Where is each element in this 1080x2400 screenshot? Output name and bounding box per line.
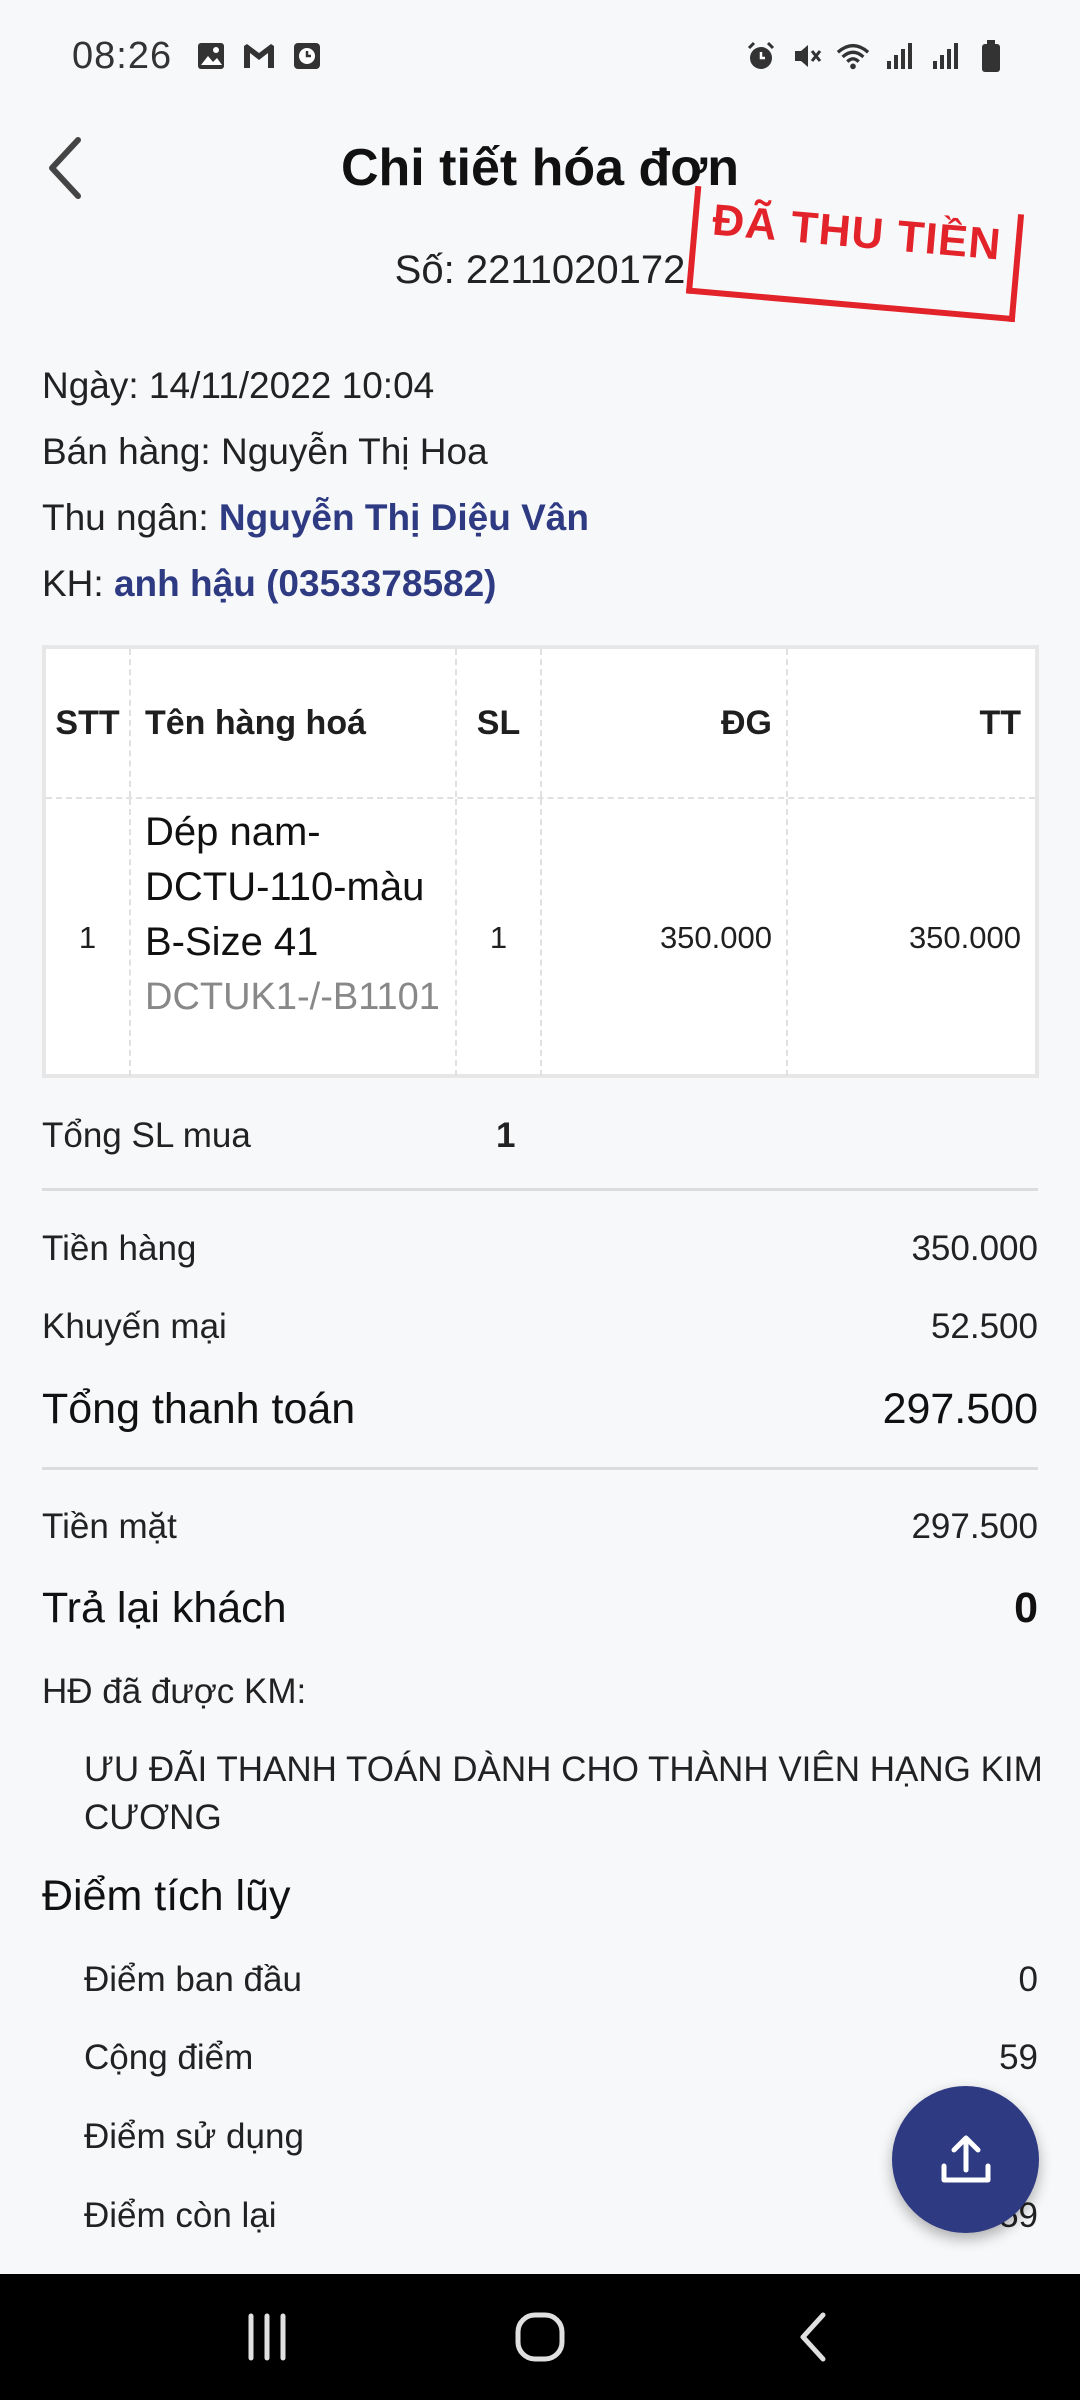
back-button[interactable] [24,126,108,210]
cash-label: Tiền mặt [42,1507,177,1546]
total-qty-value: 1 [496,1116,516,1155]
row-price: 350.000 [542,799,788,1076]
home-button[interactable] [490,2287,590,2387]
cash-value: 297.500 [911,1507,1038,1546]
discount-value: 52.500 [930,1307,1038,1346]
total-qty-label: Tổng SL mua [42,1116,251,1155]
item-code: DCTUK1-/-B1101 [145,976,440,1018]
chevron-left-icon [49,137,81,199]
alarm-icon [744,39,778,73]
seller-name: Nguyễn Thị Hoa [220,431,488,472]
points-initial-value: 0 [1018,1960,1038,1999]
mute-icon [790,39,824,73]
col-header-price: ĐG [542,649,788,797]
customer-name[interactable]: anh hậu (0353378582) [114,563,497,604]
promotion-label: HĐ đã được KM: [42,1672,307,1711]
system-icons [744,39,1008,73]
customer-line: KH: anh hậu (0353378582) [42,556,1042,622]
invoice-date: Ngày: 14/11/2022 10:04 [42,365,435,406]
grand-total-row: Tổng thanh toán 297.500 [42,1380,1038,1438]
nav-back-button[interactable] [763,2287,863,2387]
image-icon [194,39,228,73]
points-title: Điểm tích lũy [42,1872,291,1920]
cashier-line: Thu ngân: Nguyễn Thị Diệu Vân [42,490,1042,556]
cashier-name[interactable]: Nguyễn Thị Diệu Vân [219,497,589,538]
home-icon [515,2312,565,2362]
seller-line: Bán hàng: Nguyễn Thị Hoa [42,424,1042,490]
clock-app-icon [290,39,324,73]
table-header: STT Tên hàng hoá SL ĐG TT [46,649,1035,799]
change-row: Trả lại khách 0 [42,1579,1038,1637]
share-upload-icon [941,2135,990,2182]
navigation-bar [0,2274,1080,2400]
points-added-label: Cộng điểm [84,2038,254,2077]
wifi-icon [836,39,870,73]
invoice-info: Ngày: 14/11/2022 10:04 Bán hàng: Nguyễn … [42,358,1042,622]
row-item: Dép nam-DCTU-110-màu B-Size 41 DCTUK1-/-… [131,799,457,1076]
items-table: STT Tên hàng hoá SL ĐG TT 1 Dép nam-DCTU… [42,645,1039,1078]
cashier-label: Thu ngân: [42,497,219,538]
goods-value: 350.000 [911,1229,1038,1268]
col-header-qty: SL [457,649,542,797]
total-qty-row: Tổng SL mua 1 [42,1112,1038,1160]
discount-label: Khuyến mại [42,1307,227,1346]
status-bar: 08:26 [0,0,1080,112]
cash-row: Tiền mặt 297.500 [42,1503,1038,1551]
row-total: 350.000 [908,919,1021,955]
notification-icons [194,39,324,73]
item-name: Dép nam-DCTU-110-màu B-Size 41 [145,810,425,964]
back-icon [800,2312,826,2362]
seller-label: Bán hàng: [42,431,221,472]
points-remaining-label: Điểm còn lại [84,2196,277,2235]
battery-icon [974,39,1008,73]
points-remaining-row: Điểm còn lại 59 [84,2196,1038,2236]
recent-apps-icon [248,2313,286,2361]
page-title: Chi tiết hóa đơn [340,139,740,197]
promotion-text: ƯU ĐÃI THANH TOÁN DÀNH CHO THÀNH VIÊN HẠ… [84,1750,1043,1837]
change-value: 0 [1014,1583,1038,1632]
status-time: 08:26 [72,34,173,77]
divider [42,1467,1038,1470]
customer-label: KH: [42,563,114,604]
grand-total-value: 297.500 [882,1384,1038,1433]
signal-icon [928,39,962,73]
points-added-row: Cộng điểm 59 [84,2038,1038,2078]
table-row: 1 Dép nam-DCTU-110-màu B-Size 41 DCTUK1-… [46,799,1035,1076]
goods-label: Tiền hàng [42,1229,197,1268]
gmail-icon [242,39,276,73]
recent-apps-button[interactable] [217,2287,317,2387]
col-header-total: TT [979,703,1021,742]
points-initial-row: Điểm ban đầu 0 [84,1960,1038,2000]
divider [42,1188,1038,1191]
points-used-label: Điểm sử dụng [84,2117,304,2156]
discount-row: Khuyến mại 52.500 [42,1303,1038,1351]
row-stt: 1 [46,799,131,1076]
points-initial-label: Điểm ban đầu [84,1960,302,1999]
goods-row: Tiền hàng 350.000 [42,1225,1038,1273]
col-header-name: Tên hàng hoá [131,649,457,797]
points-added-value: 59 [999,2038,1038,2077]
grand-total-label: Tổng thanh toán [42,1384,356,1433]
signal-icon [882,39,916,73]
change-label: Trả lại khách [42,1583,287,1632]
share-button[interactable] [892,2086,1039,2233]
row-qty: 1 [457,799,542,1076]
col-header-stt: STT [46,649,131,797]
